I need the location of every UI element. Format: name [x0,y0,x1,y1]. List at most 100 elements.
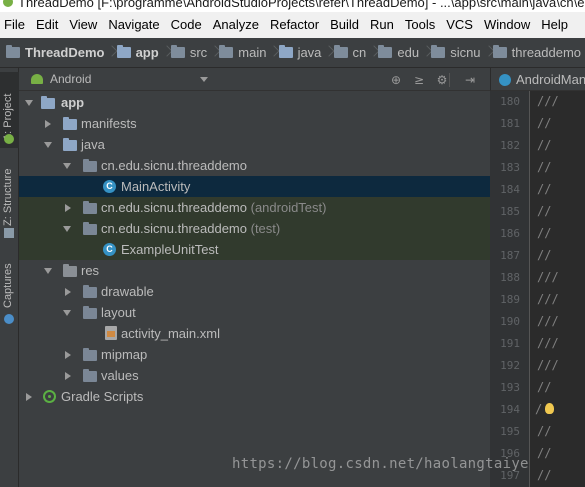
line-number: 189 [500,293,520,306]
lightbulb-icon[interactable] [545,403,554,414]
menu-analyze[interactable]: Analyze [208,12,265,38]
collapse-all-icon[interactable]: ≥ [412,73,426,87]
breadcrumb-item-edu[interactable]: edu [372,38,423,68]
package-icon [378,45,393,58]
chevron-right-icon[interactable] [65,204,71,212]
scroll-from-source-icon[interactable]: ⊕ [389,73,403,87]
chevron-down-icon[interactable] [44,142,52,148]
android-studio-icon [3,0,13,7]
editor-tab-androidmanifest[interactable]: AndroidMani [490,68,585,91]
chevron-down-icon[interactable] [63,310,71,316]
menu-view[interactable]: View [64,12,103,38]
breadcrumb-label: ThreadDemo [25,45,105,60]
tree-item-package-androidtest[interactable]: cn.edu.sicnu.threaddemo (androidTest) [19,197,490,218]
xml-file-icon [105,326,117,340]
chevron-right-icon[interactable] [45,120,51,128]
chevron-down-icon[interactable] [63,226,71,232]
tab-structure[interactable]: Z: Structure [0,160,19,240]
code-area[interactable]: ////////////////////////////////////////… [531,91,585,487]
tree-item-layout[interactable]: layout [19,302,490,323]
code-line: // [537,204,552,218]
tree-item-mainactivity[interactable]: C MainActivity [19,176,490,197]
package-icon [333,45,348,58]
tree-item-label: res [81,263,100,278]
tab-captures[interactable]: Captures [0,258,19,326]
breadcrumb-item-app[interactable]: app [111,38,163,68]
breadcrumb-item-threaddemo-package[interactable]: threaddemo [487,38,585,68]
tree-item-package-test[interactable]: cn.edu.sicnu.threaddemo (test) [19,218,490,239]
breadcrumb-item-java[interactable]: java [273,38,326,68]
tree-item-mipmap[interactable]: mipmap [19,344,490,365]
tree-item-drawable[interactable]: drawable [19,281,490,302]
menu-refactor[interactable]: Refactor [265,12,325,38]
chevron-right-icon[interactable] [26,393,32,401]
breadcrumb-label: main [238,45,267,60]
left-tool-strip: 1: Project Z: Structure Captures [0,68,19,487]
android-icon [31,74,43,84]
folder-icon [83,306,97,319]
tree-item-values[interactable]: values [19,365,490,386]
source-set-suffix: (test) [250,221,281,236]
package-icon [83,222,97,235]
tree-item-java[interactable]: java [19,134,490,155]
breadcrumb-item-cn[interactable]: cn [328,38,371,68]
tree-item-manifests[interactable]: manifests [19,113,490,134]
window-title: ThreadDemo [F:\programme\AndroidStudioPr… [18,0,585,10]
breadcrumb-item-threaddemo[interactable]: ThreadDemo [0,38,108,68]
menu-tools[interactable]: Tools [400,12,441,38]
chevron-down-icon[interactable] [44,268,52,274]
tree-item-gradle-scripts[interactable]: Gradle Scripts [19,386,490,407]
tree-item-package-main[interactable]: cn.edu.sicnu.threaddemo [19,155,490,176]
code-line: // [537,380,552,394]
tab-captures-label: Captures [2,263,14,308]
folder-icon [83,348,97,361]
chevron-down-icon[interactable] [25,100,33,106]
tab-structure-label: Z: Structure [2,168,14,226]
folder-icon [170,45,185,58]
chevron-down-icon[interactable] [200,77,208,82]
tree-item-app[interactable]: app [19,92,490,113]
line-number: 193 [500,381,520,394]
menu-help[interactable]: Help [536,12,574,38]
tab-project[interactable]: 1: Project [0,72,19,148]
tree-item-label: cn.edu.sicnu.threaddemo (androidTest) [101,200,326,215]
tree-item-label: MainActivity [121,179,191,194]
tree-item-label: java [81,137,105,152]
breadcrumb-item-main[interactable]: main [213,38,270,68]
line-number: 191 [500,337,520,350]
menu-window[interactable]: Window [479,12,536,38]
project-view-selector[interactable]: Android [50,72,91,86]
tree-item-activity-main-xml[interactable]: activity_main.xml [19,323,490,344]
menu-build[interactable]: Build [325,12,365,38]
menu-edit[interactable]: Edit [31,12,64,38]
menu-code[interactable]: Code [166,12,208,38]
menu-file[interactable]: File [0,12,31,38]
breadcrumb-item-src[interactable]: src [165,38,211,68]
breadcrumb-item-sicnu[interactable]: sicnu [425,38,484,68]
source-set-suffix: (androidTest) [250,200,327,215]
menu-run[interactable]: Run [365,12,400,38]
breadcrumb-label: edu [397,45,420,60]
gear-icon[interactable]: ⚙ [435,73,449,87]
menu-navigate[interactable]: Navigate [103,12,165,38]
breadcrumb-separator-icon [108,38,110,68]
tree-item-label: values [101,368,139,383]
chevron-right-icon[interactable] [65,351,71,359]
code-line: /// [537,336,559,350]
code-line: // [537,116,552,130]
chevron-right-icon[interactable] [65,372,71,380]
line-number: 195 [500,425,520,438]
tree-item-res[interactable]: res [19,260,490,281]
line-number: 180 [500,95,520,108]
hide-panel-icon[interactable]: ⇥ [463,73,477,87]
code-line: // [537,446,552,460]
tree-item-label: mipmap [101,347,148,362]
tree-item-exampleunittest[interactable]: C ExampleUnitTest [19,239,490,260]
chevron-right-icon[interactable] [65,288,71,296]
tree-item-label: manifests [81,116,137,131]
package-name: cn.edu.sicnu.threaddemo [101,200,247,215]
chevron-down-icon[interactable] [63,163,71,169]
folder-icon [83,285,97,298]
menu-vcs[interactable]: VCS [441,12,479,38]
tree-item-label: drawable [101,284,154,299]
